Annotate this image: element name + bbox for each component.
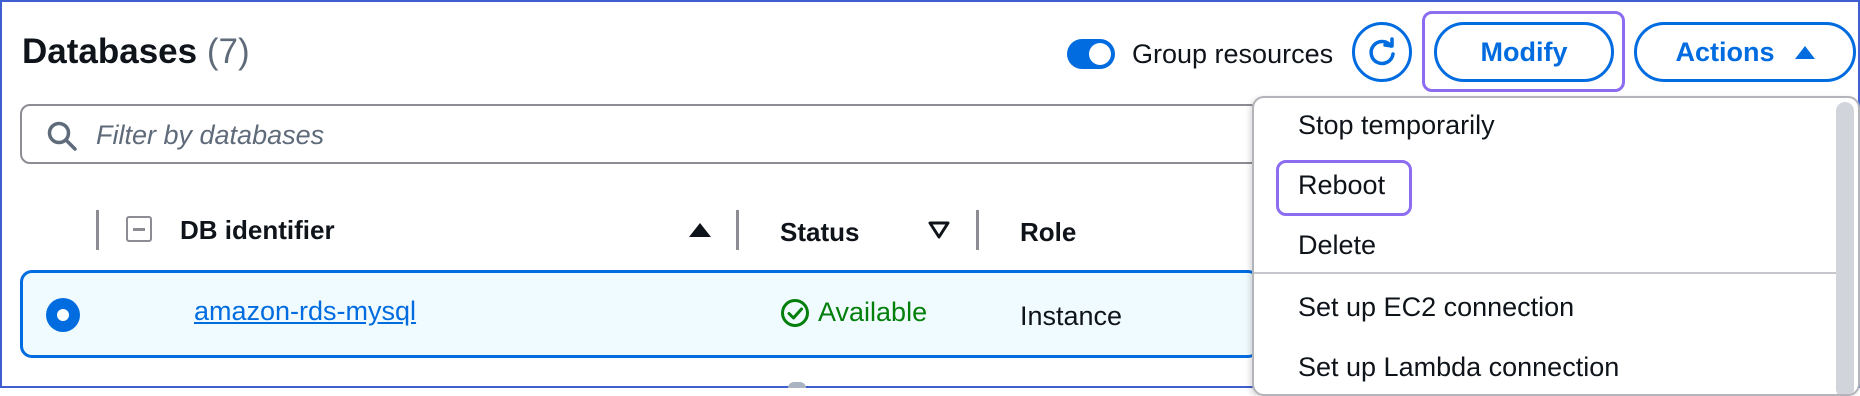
- menu-scrollbar[interactable]: [1836, 102, 1854, 394]
- menu-divider: [1254, 272, 1836, 274]
- actions-button[interactable]: Actions: [1634, 22, 1856, 82]
- group-resources-toggle[interactable]: [1067, 39, 1115, 69]
- menu-item-delete[interactable]: Delete: [1298, 230, 1376, 261]
- column-status[interactable]: Status: [780, 217, 859, 248]
- check-circle-icon: [781, 298, 809, 327]
- refresh-button[interactable]: [1352, 22, 1412, 82]
- sort-ascending-icon[interactable]: [689, 223, 711, 237]
- actions-label: Actions: [1675, 36, 1775, 67]
- menu-item-stop-temporarily[interactable]: Stop temporarily: [1298, 110, 1495, 141]
- column-db-identifier[interactable]: DB identifier: [180, 215, 335, 246]
- title-text: Databases: [22, 32, 198, 71]
- database-count: (7): [206, 32, 250, 71]
- filter-databases-input[interactable]: [94, 114, 1198, 156]
- menu-item-ec2-connection[interactable]: Set up EC2 connection: [1298, 292, 1574, 323]
- sort-descending-icon[interactable]: [928, 221, 950, 239]
- search-icon: [47, 121, 77, 151]
- group-resources-label: Group resources: [1132, 39, 1334, 69]
- role-cell: Instance: [1020, 301, 1123, 331]
- db-identifier-link[interactable]: amazon-rds-mysql: [194, 296, 416, 327]
- page-title: Databases (7): [22, 32, 250, 72]
- modify-label: Modify: [1480, 36, 1568, 67]
- filter-search-box[interactable]: [20, 104, 1260, 164]
- select-all-checkbox[interactable]: [126, 216, 152, 242]
- column-divider[interactable]: [736, 210, 739, 250]
- column-divider: [96, 210, 99, 250]
- caret-up-icon: [1794, 45, 1815, 59]
- row-radio-selected[interactable]: [46, 298, 80, 332]
- status-text: Available: [818, 297, 928, 327]
- menu-item-lambda-connection[interactable]: Set up Lambda connection: [1298, 352, 1619, 383]
- next-row-indicator: [788, 382, 806, 388]
- refresh-icon: [1369, 37, 1395, 66]
- modify-button[interactable]: Modify: [1434, 22, 1614, 82]
- actions-dropdown-menu: Stop temporarily Reboot Delete Set up EC…: [1252, 96, 1860, 396]
- column-divider[interactable]: [976, 210, 979, 250]
- toggle-knob: [1089, 43, 1111, 65]
- status-available: Available: [780, 297, 927, 328]
- column-role[interactable]: Role: [1020, 217, 1076, 248]
- menu-item-reboot[interactable]: Reboot: [1298, 170, 1385, 201]
